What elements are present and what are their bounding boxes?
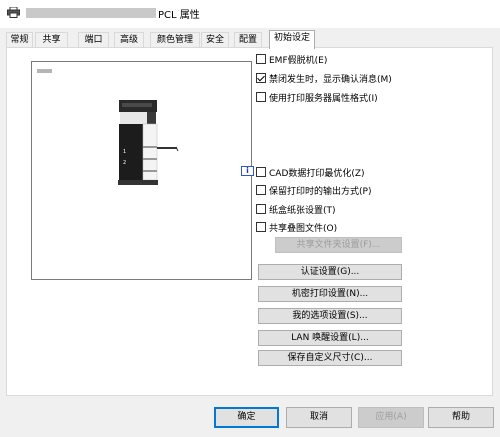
svg-text:2: 2 bbox=[123, 160, 126, 166]
redacted-printer-name bbox=[26, 8, 156, 18]
save-custom-size-button[interactable]: 保存自定义尺寸(C)... bbox=[258, 350, 402, 366]
tab-sharing[interactable]: 共享 bbox=[35, 32, 68, 48]
help-button[interactable]: 帮助 bbox=[428, 407, 494, 428]
printer-image: 1 2 bbox=[118, 100, 179, 185]
title-bar: PCL 属性 bbox=[0, 0, 500, 28]
emf-spool-checkbox[interactable] bbox=[256, 54, 266, 64]
lan-wakeup-settings-button[interactable]: LAN 唤醒设置(L)... bbox=[258, 330, 402, 346]
tab-security[interactable]: 安全 bbox=[201, 32, 229, 48]
emf-spool-option[interactable]: EMF假脱机(E) bbox=[256, 52, 327, 66]
server-format-label: 使用打印服务器属性格式(I) bbox=[269, 93, 378, 104]
error-confirm-option[interactable]: 禁闭发生时，显示确认消息(M) bbox=[256, 71, 392, 85]
tab-general[interactable]: 常规 bbox=[6, 32, 33, 48]
cad-optimize-label: CAD数据打印最优化(Z) bbox=[269, 168, 365, 179]
error-confirm-label: 禁闭发生时，显示确认消息(M) bbox=[269, 74, 392, 85]
tab-color-management[interactable]: 颜色管理 bbox=[150, 32, 200, 48]
svg-text:1: 1 bbox=[123, 149, 126, 155]
cad-optimize-option[interactable]: CAD数据打印最优化(Z) bbox=[256, 165, 365, 179]
apply-button[interactable]: 应用(A) bbox=[358, 407, 424, 428]
my-options-settings-button[interactable]: 我的选项设置(S)... bbox=[258, 308, 402, 324]
auth-settings-button[interactable]: 认证设置(G)... bbox=[258, 264, 402, 280]
tray-setting-checkbox[interactable] bbox=[256, 204, 266, 214]
share-overlay-label: 共享叠图文件(O) bbox=[269, 223, 338, 234]
window-title: PCL 属性 bbox=[158, 10, 200, 21]
error-confirm-checkbox[interactable] bbox=[256, 73, 266, 83]
tray-setting-label: 纸盒纸张设置(T) bbox=[269, 205, 336, 216]
info-icon: i bbox=[241, 166, 254, 176]
tab-configuration[interactable]: 配置 bbox=[234, 32, 262, 48]
server-format-checkbox[interactable] bbox=[256, 92, 266, 102]
cancel-button[interactable]: 取消 bbox=[286, 407, 352, 428]
keep-output-option[interactable]: 保留打印时的输出方式(P) bbox=[256, 183, 371, 197]
printer-preview: 1 2 bbox=[31, 61, 252, 280]
tab-advanced[interactable]: 高级 bbox=[114, 32, 144, 48]
secure-print-settings-button[interactable]: 机密打印设置(N)... bbox=[258, 286, 402, 302]
printer-icon bbox=[7, 7, 20, 18]
share-overlay-option[interactable]: 共享叠图文件(O) bbox=[256, 220, 337, 234]
emf-spool-label: EMF假脱机(E) bbox=[269, 55, 328, 66]
ok-button[interactable]: 确定 bbox=[214, 407, 279, 428]
cad-optimize-checkbox[interactable] bbox=[256, 167, 266, 177]
keep-output-label: 保留打印时的输出方式(P) bbox=[269, 186, 372, 197]
keep-output-checkbox[interactable] bbox=[256, 185, 266, 195]
server-format-option[interactable]: 使用打印服务器属性格式(I) bbox=[256, 90, 378, 104]
tray-setting-option[interactable]: 纸盒纸张设置(T) bbox=[256, 202, 336, 216]
tab-ports[interactable]: 端口 bbox=[78, 32, 109, 48]
preview-label-placeholder bbox=[37, 69, 52, 73]
tab-content-panel: 1 2 EMF假脱机(E) 禁闭发生时，显示确认消息(M) 使用打印服务器属性格… bbox=[6, 47, 493, 396]
share-folder-settings-button[interactable]: 共享文件夹设置(F)... bbox=[275, 237, 402, 253]
tab-initial-settings[interactable]: 初始设定 bbox=[269, 30, 315, 49]
share-overlay-checkbox[interactable] bbox=[256, 222, 266, 232]
